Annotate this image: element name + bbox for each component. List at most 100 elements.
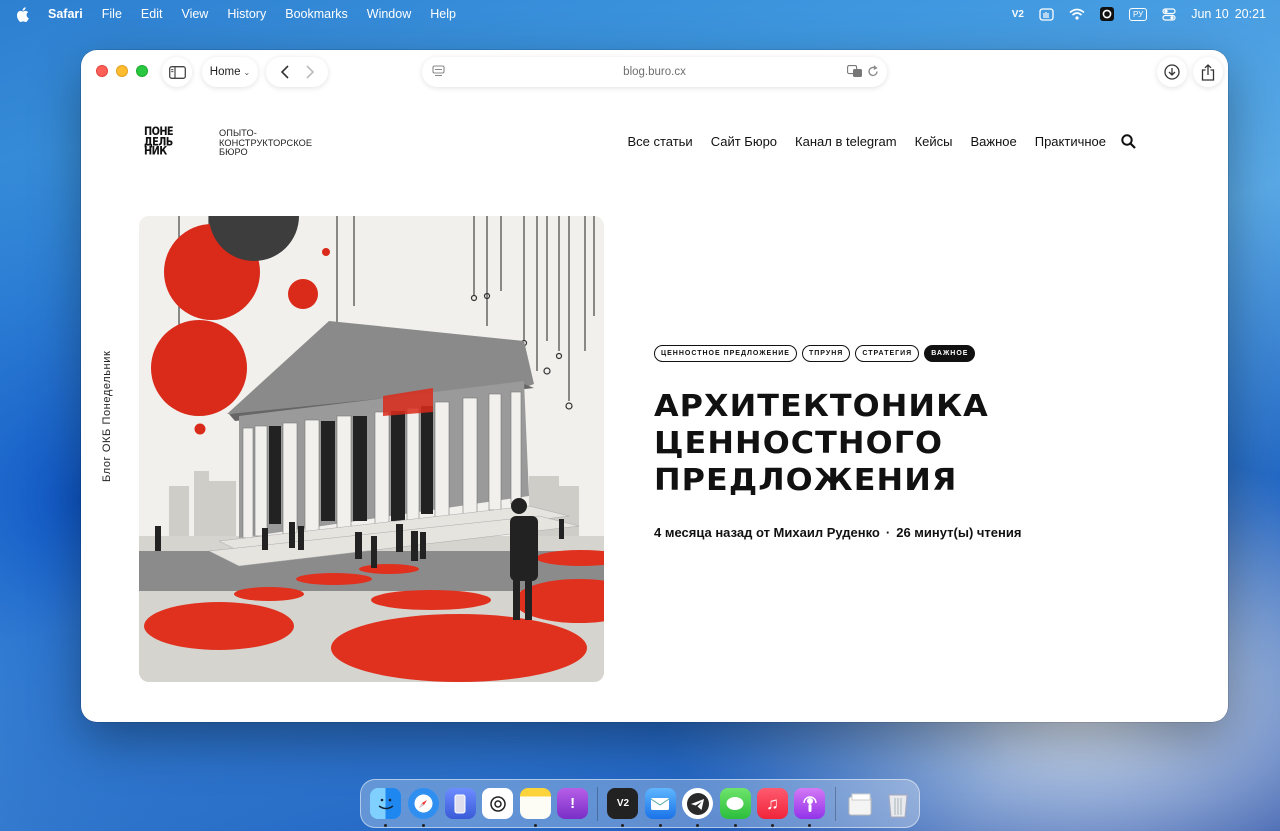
zoom-window-button[interactable] (136, 65, 148, 77)
nav-bureau-site[interactable]: Сайт Бюро (711, 134, 777, 149)
safari-toolbar: Home ⌄ blog.buro.cx (81, 50, 1228, 94)
speech-bubble-icon (726, 796, 744, 810)
nav-practical[interactable]: Практичное (1035, 134, 1106, 149)
safari-icon[interactable] (407, 788, 439, 827)
envelope-icon (651, 797, 670, 810)
feedback-icon[interactable]: ! (557, 788, 589, 819)
menu-edit[interactable]: Edit (141, 7, 163, 21)
logo-line-3: НИК (144, 145, 167, 159)
documents-icon[interactable] (845, 788, 876, 819)
chatgpt-icon[interactable] (482, 788, 514, 819)
sidebar-toggle-button[interactable] (162, 57, 192, 87)
music-icon[interactable]: ♫ (756, 788, 788, 827)
phone-icon (454, 794, 466, 813)
web-page: ПОНЕ ДЕЛЬ НИК ОПЫТО- КОНСТРУКТОРСКОЕ БЮР… (81, 94, 1228, 722)
tag-important[interactable]: важное (924, 345, 976, 362)
trash-icon[interactable] (882, 788, 913, 819)
vertical-label-text: Блог ОКБ Понедельник (101, 350, 113, 482)
tab-group-selector[interactable]: Home ⌄ (202, 57, 258, 87)
microphone-icon (803, 795, 817, 812)
nav-cases[interactable]: Кейсы (915, 134, 953, 149)
simulator-icon[interactable] (444, 788, 476, 819)
nav-all-articles[interactable]: Все статьи (627, 134, 692, 149)
running-indicator (533, 824, 537, 827)
wifi-icon[interactable] (1069, 8, 1085, 20)
finder-icon[interactable] (370, 788, 402, 827)
v2-status-item[interactable]: V2 (1012, 9, 1024, 20)
dock-separator (597, 786, 599, 821)
menu-bookmarks[interactable]: Bookmarks (285, 7, 348, 21)
dock: ! V2 ♫ (360, 779, 920, 828)
telegram-icon[interactable] (682, 788, 714, 827)
running-indicator (421, 824, 425, 827)
v2-icon[interactable]: V2 (607, 788, 639, 827)
finder-face-icon (378, 798, 394, 809)
music-note-icon: ♫ (766, 793, 779, 813)
notes-icon[interactable] (519, 788, 551, 827)
translate-icon[interactable] (847, 65, 863, 78)
close-window-button[interactable] (96, 65, 108, 77)
address-bar[interactable]: blog.buro.cx (422, 57, 887, 87)
share-button[interactable] (1193, 57, 1223, 87)
downloads-button[interactable] (1157, 57, 1187, 87)
running-indicator (658, 824, 662, 827)
nav-important[interactable]: Важное (970, 134, 1016, 149)
post-title-line-2: ЦЕННОСТНОГО (654, 426, 944, 461)
menu-app-name[interactable]: Safari (48, 7, 83, 21)
post-title[interactable]: АРХИТЕКТОНИКА ЦЕННОСТНОГО ПРЕДЛОЖЕНИЯ (654, 388, 1099, 499)
post-meta: 4 месяца назад от Михаил Руденко · 26 мину… (654, 525, 1021, 540)
navigation-buttons (266, 57, 328, 87)
address-text: blog.buro.cx (623, 66, 686, 78)
tag-value-proposition[interactable]: ценностное предложение (654, 345, 797, 362)
share-icon (1201, 63, 1215, 81)
menu-history[interactable]: History (227, 7, 266, 21)
post-tags: ценностное предложение тпруня стратегия … (654, 345, 980, 362)
forward-button[interactable] (305, 65, 315, 79)
apple-menu-icon[interactable] (16, 6, 29, 22)
running-indicator (808, 824, 812, 827)
clock-time[interactable]: 20:21 (1235, 7, 1266, 21)
tag-tpruna[interactable]: тпруня (801, 345, 851, 362)
back-button[interactable] (280, 65, 290, 79)
tag-strategy[interactable]: стратегия (855, 345, 920, 362)
mail-icon[interactable] (644, 788, 676, 827)
running-indicator (384, 824, 388, 827)
running-indicator (621, 824, 625, 827)
exclamation-icon: ! (570, 795, 576, 812)
chevron-down-icon: ⌄ (243, 67, 251, 77)
messages-icon[interactable] (719, 788, 751, 827)
logo-subtitle: ОПЫТО- КОНСТРУКТОРСКОЕ БЮРО (219, 128, 312, 158)
post-title-line-3: ПРЕДЛОЖЕНИЯ (654, 463, 958, 498)
menu-view[interactable]: View (181, 7, 208, 21)
safari-window: Home ⌄ blog.buro.cx ПОНЕ ДЕЛЬ НИК ОПЫТО-… (81, 50, 1228, 722)
search-icon[interactable] (1121, 134, 1136, 149)
grammarly-icon[interactable] (1099, 7, 1114, 21)
meta-separator: · (885, 525, 891, 540)
minimize-window-button[interactable] (116, 65, 128, 77)
reload-icon[interactable] (867, 65, 879, 78)
podcasts-icon[interactable] (794, 788, 826, 827)
control-center-icon[interactable] (1162, 7, 1176, 21)
menu-help[interactable]: Help (430, 7, 456, 21)
stacked-files-icon (848, 793, 872, 815)
nav-telegram-channel[interactable]: Канал в telegram (795, 134, 897, 149)
hand-icon[interactable] (1039, 7, 1054, 21)
openai-knot-icon (490, 795, 506, 812)
dock-separator (834, 786, 836, 821)
page-menu-icon[interactable] (432, 65, 445, 78)
running-indicator (770, 824, 774, 827)
input-source-indicator[interactable]: РУ (1128, 7, 1148, 21)
site-navigation: Все статьи Сайт Бюро Канал в telegram Ке… (609, 134, 1136, 149)
clock-date[interactable]: Jun 10 (1191, 7, 1229, 21)
running-indicator (733, 824, 737, 827)
post-cover-image[interactable] (139, 216, 604, 682)
temple-illustration (139, 216, 604, 682)
menu-window[interactable]: Window (367, 7, 411, 21)
bin-icon (888, 794, 908, 817)
site-logo[interactable]: ПОНЕ ДЕЛЬ НИК ОПЫТО- КОНСТРУКТОРСКОЕ БЮР… (144, 127, 312, 159)
menu-file[interactable]: File (102, 7, 122, 21)
post-title-line-1: АРХИТЕКТОНИКА (654, 389, 989, 424)
paper-plane-icon (686, 792, 709, 815)
menu-bar: Safari File Edit View History Bookmarks … (0, 0, 1280, 28)
logo-sub-line-3: БЮРО (219, 147, 248, 157)
